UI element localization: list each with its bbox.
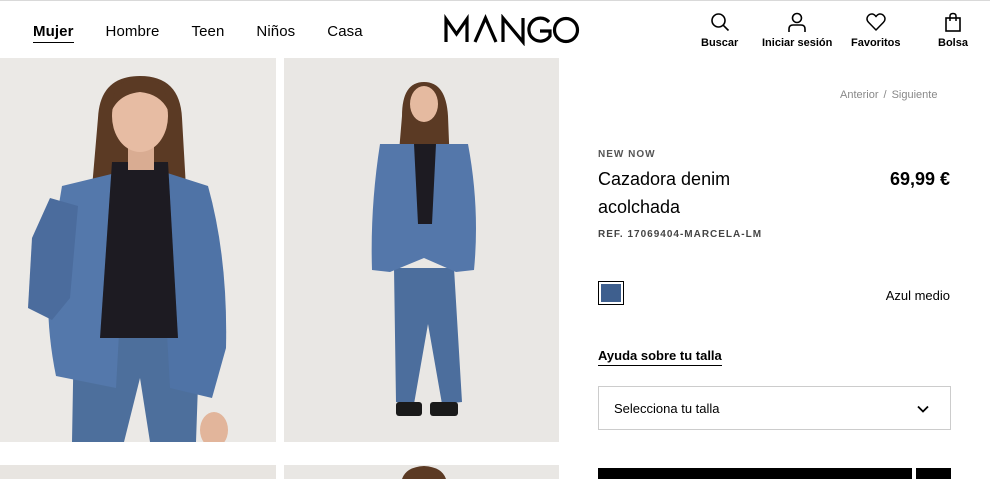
bag-icon	[945, 12, 961, 32]
product-photo-1[interactable]	[0, 58, 276, 442]
size-help-link[interactable]: Ayuda sobre tu talla	[598, 348, 722, 366]
color-name: Azul medio	[885, 288, 950, 303]
prev-link[interactable]: Anterior	[840, 89, 879, 101]
header-actions: Buscar Iniciar sesión Favoritos Bolsa	[0, 12, 990, 54]
favorites-label: Favoritos	[851, 37, 901, 49]
site-header: Mujer Hombre Teen Niños Casa Buscar Inic…	[0, 0, 990, 58]
product-pager: Anterior / Siguiente	[840, 89, 937, 101]
user-icon	[788, 12, 806, 32]
product-photo-2-image	[284, 58, 559, 442]
search-button[interactable]: Buscar	[701, 12, 738, 49]
product-price: 69,99 €	[889, 169, 950, 189]
login-label: Iniciar sesión	[762, 37, 833, 49]
search-label: Buscar	[701, 37, 739, 49]
color-swatch[interactable]	[598, 281, 624, 305]
product-photo-2[interactable]	[284, 58, 559, 442]
product-photo-3[interactable]	[0, 465, 276, 479]
next-link[interactable]: Siguiente	[892, 89, 938, 101]
add-to-bag-button[interactable]	[598, 468, 912, 479]
product-title: Cazadora denim acolchada	[598, 169, 731, 217]
favorites-button[interactable]: Favoritos	[851, 12, 901, 49]
pager-separator: /	[883, 89, 887, 101]
add-to-favorites-button[interactable]	[916, 468, 951, 479]
search-icon	[710, 13, 729, 32]
login-button[interactable]: Iniciar sesión	[762, 12, 832, 49]
product-tag: NEW NOW	[598, 149, 656, 160]
chevron-down-icon	[917, 405, 929, 413]
bag-label: Bolsa	[938, 37, 968, 49]
product-photo-4-image	[284, 465, 559, 479]
size-select-value: Selecciona tu talla	[614, 401, 720, 416]
product-ref: REF. 17069404-MARCELA-LM	[598, 229, 763, 240]
product-photo-3-image	[0, 465, 276, 479]
size-select[interactable]: Selecciona tu talla	[598, 386, 951, 430]
product-photo-4[interactable]	[284, 465, 559, 479]
heart-icon	[865, 13, 886, 31]
bag-button[interactable]: Bolsa	[938, 12, 968, 49]
product-photo-1-image	[0, 58, 276, 442]
color-swatch-fill	[601, 284, 621, 302]
